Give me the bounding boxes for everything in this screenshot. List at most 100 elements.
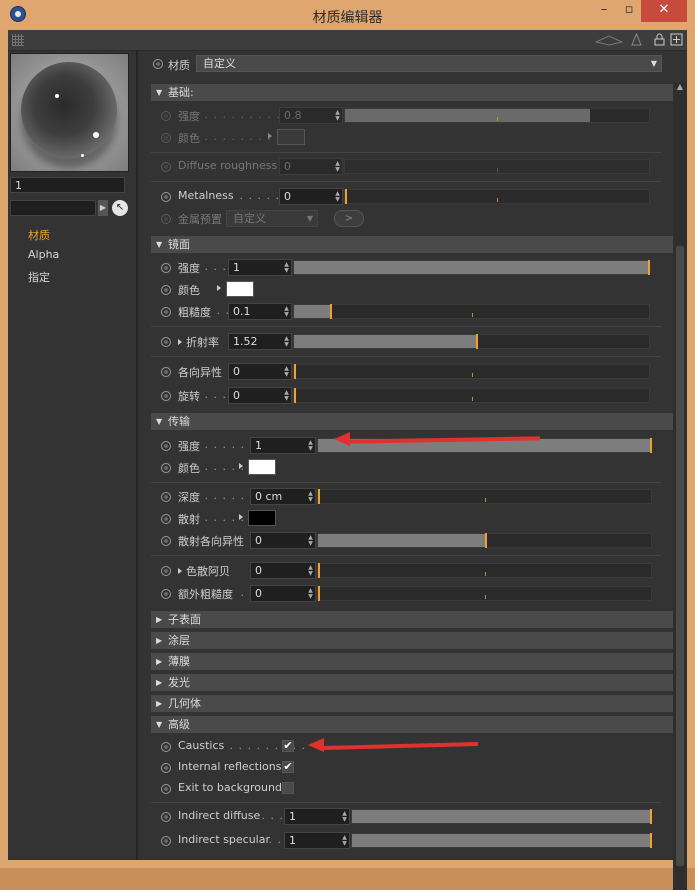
close-button[interactable]: ✕	[641, 0, 687, 22]
mirror-color-swatch[interactable]	[226, 281, 254, 297]
mirror-roughness-radio[interactable]	[161, 307, 171, 317]
mirror-strength-radio[interactable]	[161, 263, 171, 273]
internal-reflections-radio[interactable]	[161, 763, 171, 773]
depth-slider[interactable]	[317, 489, 652, 504]
ior-slider[interactable]	[293, 334, 650, 349]
anisotropy-field[interactable]: 0 ▲ ▼	[228, 363, 292, 380]
pointer-icon[interactable]: ↖	[112, 200, 128, 216]
metal-preset-radio[interactable]	[161, 214, 171, 224]
basic-color-radio[interactable]	[161, 133, 171, 143]
scatter-anisotropy-slider[interactable]	[317, 533, 652, 548]
indirect-specular-field[interactable]: 1 ▲ ▼	[284, 832, 350, 849]
expand-triangle-icon[interactable]	[178, 568, 182, 574]
metalness-radio[interactable]	[161, 192, 171, 202]
section-subsurface[interactable]: ▶ 子表面	[151, 611, 673, 628]
material-name-field[interactable]: 1	[10, 177, 125, 193]
section-basic[interactable]: ▼ 基础:	[151, 84, 673, 101]
section-geometry[interactable]: ▶ 几何体	[151, 695, 673, 712]
basic-strength-radio[interactable]	[161, 111, 171, 121]
section-advanced[interactable]: ▼ 高级	[151, 716, 673, 733]
basic-color-swatch[interactable]	[277, 129, 305, 145]
trans-color-radio[interactable]	[161, 463, 171, 473]
maximize-button[interactable]: ▫	[618, 0, 640, 22]
section-emission[interactable]: ▶ 发光	[151, 674, 673, 691]
dispersion-field[interactable]: 0 ▲ ▼	[250, 562, 316, 579]
extra-roughness-slider[interactable]	[317, 586, 652, 601]
person-icon[interactable]	[630, 32, 643, 46]
ior-radio[interactable]	[161, 337, 171, 347]
basic-strength-field[interactable]: 0.8 ▲ ▼	[279, 107, 343, 124]
scatter-swatch[interactable]	[248, 510, 276, 526]
basic-strength-slider[interactable]	[344, 108, 650, 123]
metal-preset-apply-button[interactable]: >	[334, 210, 364, 227]
caustics-radio[interactable]	[161, 742, 171, 752]
trans-strength-field[interactable]: 1 ▲ ▼	[250, 437, 316, 454]
scatter-anisotropy-field[interactable]: 0 ▲ ▼	[250, 532, 316, 549]
channel-item-assign[interactable]: 指定	[28, 269, 50, 285]
stack-icon[interactable]	[594, 33, 624, 46]
expand-triangle-icon[interactable]	[178, 339, 182, 345]
expand-triangle-icon[interactable]	[239, 514, 243, 520]
metalness-slider[interactable]	[344, 189, 650, 204]
chevron-right-icon[interactable]: ▶	[98, 200, 108, 216]
expand-triangle-icon[interactable]	[239, 463, 243, 469]
dispersion-slider[interactable]	[317, 563, 652, 578]
indirect-diffuse-radio[interactable]	[161, 812, 171, 822]
scatter-anisotropy-radio[interactable]	[161, 536, 171, 546]
scroll-up-icon[interactable]: ▲	[673, 82, 687, 94]
dispersion-radio[interactable]	[161, 566, 171, 576]
internal-reflections-checkbox[interactable]: ✔	[282, 761, 294, 773]
mirror-strength-field[interactable]: 1 ▲ ▼	[228, 259, 292, 276]
scrollbar-thumb[interactable]	[676, 246, 684, 866]
channel-select-field[interactable]	[10, 200, 96, 216]
vertical-scrollbar[interactable]: ▲	[673, 82, 687, 890]
mirror-roughness-field[interactable]: 0.1 ▲ ▼	[228, 303, 292, 320]
material-radio[interactable]	[153, 59, 163, 69]
exit-to-background-checkbox[interactable]	[282, 782, 294, 794]
material-type-dropdown[interactable]: 自定义 ▼	[196, 55, 662, 72]
expand-triangle-icon[interactable]	[268, 133, 272, 139]
specular-highlight	[81, 154, 84, 157]
section-mirror[interactable]: ▼ 镜面	[151, 236, 673, 253]
expand-triangle-icon[interactable]	[217, 285, 221, 291]
indirect-diffuse-field[interactable]: 1 ▲ ▼	[284, 808, 350, 825]
minimize-button[interactable]: –	[593, 0, 615, 22]
metalness-field[interactable]: 0 ▲ ▼	[279, 188, 343, 205]
extra-roughness-radio[interactable]	[161, 589, 171, 599]
mirror-roughness-slider[interactable]	[293, 304, 650, 319]
extra-roughness-field[interactable]: 0 ▲ ▼	[250, 585, 316, 602]
rotation-slider[interactable]	[293, 388, 650, 403]
diffuse-roughness-radio[interactable]	[161, 162, 171, 172]
section-transmission[interactable]: ▼ 传输	[151, 413, 673, 430]
new-window-icon[interactable]	[670, 33, 683, 46]
diffuse-roughness-field[interactable]: 0 ▲ ▼	[279, 158, 343, 175]
indirect-diffuse-slider[interactable]	[351, 809, 652, 824]
channel-item-material[interactable]: 材质	[28, 227, 50, 243]
section-film[interactable]: ▶ 薄膜	[151, 653, 673, 670]
section-coating[interactable]: ▶ 涂层	[151, 632, 673, 649]
material-preview[interactable]	[10, 53, 129, 172]
trans-color-swatch[interactable]	[248, 459, 276, 475]
mirror-color-radio[interactable]	[161, 285, 171, 295]
indirect-specular-radio[interactable]	[161, 836, 171, 846]
caustics-checkbox[interactable]: ✔	[282, 740, 294, 752]
channel-item-alpha[interactable]: Alpha	[28, 248, 59, 261]
depth-radio[interactable]	[161, 492, 171, 502]
lock-icon[interactable]	[653, 33, 666, 46]
ior-field[interactable]: 1.52 ▲ ▼	[228, 333, 292, 350]
anisotropy-slider[interactable]	[293, 364, 650, 379]
metal-preset-dropdown[interactable]: 自定义 ▼	[226, 210, 318, 227]
grip-icon[interactable]	[12, 34, 24, 46]
depth-field[interactable]: 0 cm ▲ ▼	[250, 488, 316, 505]
indirect-specular-slider[interactable]	[351, 833, 652, 848]
anisotropy-label: 各向异性	[178, 366, 222, 379]
trans-strength-radio[interactable]	[161, 441, 171, 451]
diffuse-roughness-slider[interactable]	[344, 159, 650, 174]
rotation-field[interactable]: 0 ▲ ▼	[228, 387, 292, 404]
mirror-strength-slider[interactable]	[293, 260, 650, 275]
scatter-radio[interactable]	[161, 514, 171, 524]
toolbar	[8, 30, 687, 51]
anisotropy-radio[interactable]	[161, 367, 171, 377]
exit-to-background-radio[interactable]	[161, 784, 171, 794]
rotation-radio[interactable]	[161, 391, 171, 401]
